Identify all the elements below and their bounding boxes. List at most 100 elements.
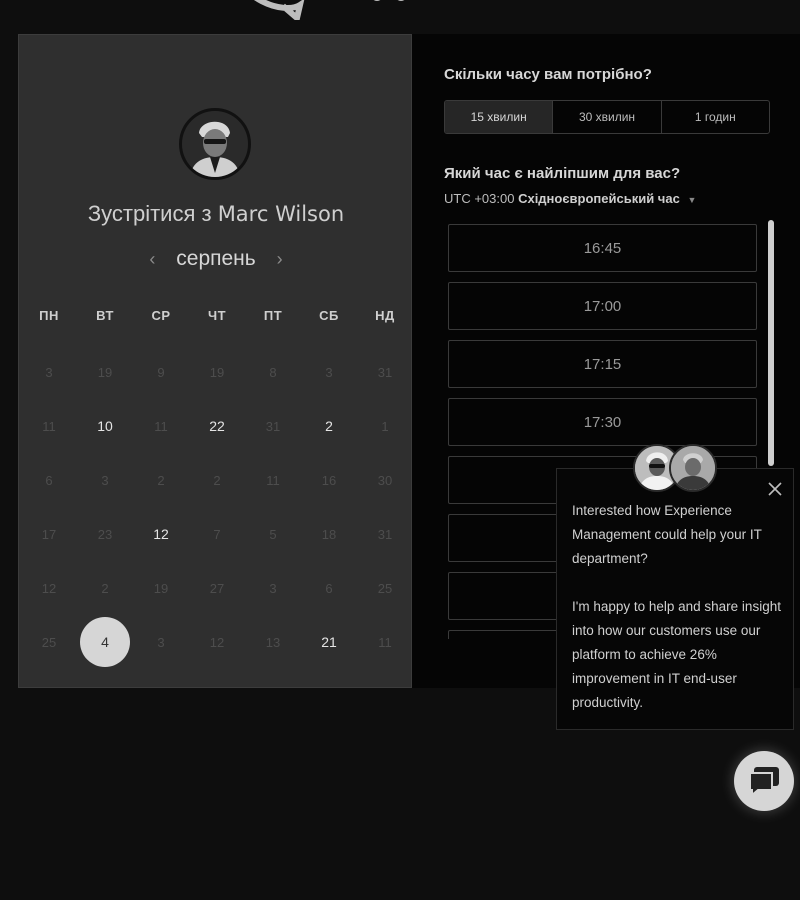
calendar-day[interactable]: 12 xyxy=(133,507,189,561)
duration-option-60[interactable]: 1 годин xyxy=(660,101,769,133)
meeting-title: Зустрітися з Marc Wilson xyxy=(19,201,413,227)
calendar-day: 19 xyxy=(189,345,245,399)
timezone-selector[interactable]: UTC +03:00 Східноєвропейський час ▼ xyxy=(444,191,696,206)
calendar-day: 11 xyxy=(357,615,413,669)
day-number: 3 xyxy=(101,472,109,488)
day-number: 10 xyxy=(97,418,113,434)
calendar-day: 3 xyxy=(245,561,301,615)
calendar-day: 25 xyxy=(21,615,77,669)
day-number: 21 xyxy=(321,634,337,650)
timezone-offset: UTC +03:00 xyxy=(444,191,515,206)
day-number: 2 xyxy=(213,472,221,488)
calendar-day: 12 xyxy=(21,561,77,615)
calendar-day: 6 xyxy=(301,561,357,615)
duration-selector: 15 хвилин 30 хвилин 1 годин xyxy=(444,100,770,134)
time-slot[interactable]: 17:15 xyxy=(448,340,757,388)
calendar-day: 11 xyxy=(245,453,301,507)
time-slot[interactable]: 17:00 xyxy=(448,282,757,330)
day-number: 5 xyxy=(269,526,277,542)
day-number: 19 xyxy=(209,364,225,380)
weekday-label: ПН xyxy=(39,308,59,323)
day-number: 9 xyxy=(157,364,165,380)
day-number: 19 xyxy=(153,580,169,596)
logo-mark-icon xyxy=(254,0,405,24)
calendar-day[interactable]: 22 xyxy=(189,399,245,453)
calendar-week: 17 23 12 7 5 18 31 xyxy=(21,507,413,561)
day-number: 25 xyxy=(377,580,393,596)
popup-paragraph: I'm happy to help and share insight into… xyxy=(572,599,781,710)
slot-scrollbar[interactable] xyxy=(768,220,774,466)
day-number: 12 xyxy=(209,634,225,650)
prev-month-button[interactable]: ‹ xyxy=(142,249,162,270)
calendar-day: 1 xyxy=(357,399,413,453)
chat-icon xyxy=(749,767,779,797)
time-slot[interactable]: 16:45 xyxy=(448,224,757,272)
brand-logo xyxy=(225,0,525,24)
calendar-day: 7 xyxy=(189,507,245,561)
calendar-day: 11 xyxy=(21,399,77,453)
day-number: 1 xyxy=(381,418,389,434)
day-number: 6 xyxy=(45,472,53,488)
meet-prefix: Зустрітися з xyxy=(87,201,212,226)
day-number: 17 xyxy=(41,526,57,542)
calendar-day: 17 xyxy=(21,507,77,561)
day-number: 3 xyxy=(269,580,277,596)
duration-option-30[interactable]: 30 хвилин xyxy=(552,101,660,133)
duration-question: Скільки часу вам потрібно? xyxy=(444,66,652,83)
calendar-day: 6 xyxy=(21,453,77,507)
day-number: 11 xyxy=(42,418,56,434)
calendar-day[interactable]: 21 xyxy=(301,615,357,669)
time-slot[interactable]: 17:30 xyxy=(448,398,757,446)
calendar-day[interactable]: 2 xyxy=(301,399,357,453)
calendar-day[interactable]: 10 xyxy=(77,399,133,453)
day-number: 23 xyxy=(97,526,113,542)
close-icon[interactable] xyxy=(765,479,785,499)
day-number: 12 xyxy=(153,526,169,542)
popup-paragraph: Interested how Experience Management cou… xyxy=(572,503,762,566)
calendar-day: 23 xyxy=(77,507,133,561)
calendar-day: 18 xyxy=(301,507,357,561)
chat-launcher-button[interactable] xyxy=(734,751,794,811)
agent-avatars xyxy=(633,444,721,494)
day-number: 11 xyxy=(154,418,168,434)
calendar-week: 12 2 19 27 3 6 25 xyxy=(21,561,413,615)
booking-card: Зустрітися з Marc Wilson ‹ серпень › ПН … xyxy=(18,34,412,688)
duration-option-15[interactable]: 15 хвилин xyxy=(445,101,553,133)
popup-message: Interested how Experience Management cou… xyxy=(572,499,782,715)
weekday-label: СР xyxy=(151,308,171,323)
calendar-day: 2 xyxy=(189,453,245,507)
calendar-day: 19 xyxy=(77,345,133,399)
day-number: 11 xyxy=(378,634,392,650)
time-question: Який час є найліпшим для вас? xyxy=(444,165,681,182)
month-label: серпень xyxy=(176,247,256,270)
day-number: 3 xyxy=(157,634,165,650)
calendar-week: 6 3 2 2 11 16 30 xyxy=(21,453,413,507)
calendar-day: 25 xyxy=(357,561,413,615)
day-number: 12 xyxy=(41,580,57,596)
next-month-button[interactable]: › xyxy=(270,249,290,270)
weekday-label: ПТ xyxy=(263,308,283,323)
calendar-day: 3 xyxy=(21,345,77,399)
host-name: Marc Wilson xyxy=(217,202,345,226)
calendar-day-selected[interactable]: 4 xyxy=(77,615,133,669)
day-number: 31 xyxy=(377,364,393,380)
calendar-day: 3 xyxy=(133,615,189,669)
agent-avatar xyxy=(669,444,717,492)
month-navigator: ‹ серпень › xyxy=(19,247,413,271)
day-number: 16 xyxy=(321,472,337,488)
weekday-label: СБ xyxy=(319,308,339,323)
day-number: 19 xyxy=(97,364,113,380)
weekday-label: ВТ xyxy=(96,308,114,323)
calendar-day: 31 xyxy=(245,399,301,453)
calendar-week: 25 4 3 12 13 21 11 xyxy=(21,615,413,669)
day-number: 18 xyxy=(321,526,337,542)
calendar-week: 11 10 11 22 31 2 1 xyxy=(21,399,413,453)
chat-popup: Interested how Experience Management cou… xyxy=(556,468,794,730)
calendar-day: 19 xyxy=(133,561,189,615)
day-number: 31 xyxy=(377,526,393,542)
day-number: 2 xyxy=(325,418,333,434)
calendar-day: 27 xyxy=(189,561,245,615)
day-number: 6 xyxy=(325,580,333,596)
calendar-day: 16 xyxy=(301,453,357,507)
calendar-day: 31 xyxy=(357,345,413,399)
